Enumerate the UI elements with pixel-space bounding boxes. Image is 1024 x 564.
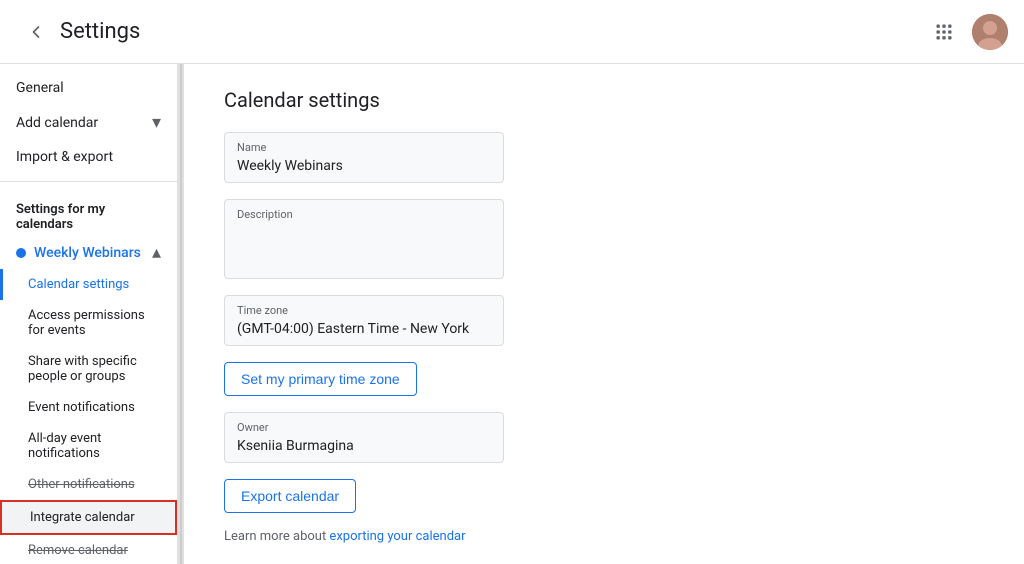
sidebar-divider: [0, 181, 177, 182]
back-button[interactable]: [16, 12, 56, 52]
exporting-calendar-link[interactable]: exporting your calendar: [329, 529, 465, 544]
sidebar-weekly-webinars-label: Weekly Webinars: [34, 245, 152, 261]
export-calendar-button[interactable]: Export calendar: [224, 479, 356, 513]
scrollbar-divider: [178, 64, 184, 564]
page-title: Settings: [60, 19, 924, 44]
name-value: Weekly Webinars: [237, 158, 491, 174]
description-label: Description: [237, 208, 491, 221]
sidebar: General Add calendar ▾ Import & export S…: [0, 64, 178, 564]
description-field-box: Description: [224, 199, 504, 279]
sidebar-section-my-calendars: Settings for my calendars: [0, 190, 177, 236]
set-timezone-button[interactable]: Set my primary time zone: [224, 362, 417, 396]
sidebar-item-weekly-webinars[interactable]: Weekly Webinars ▴: [0, 236, 177, 269]
topbar: Settings: [0, 0, 1024, 64]
sidebar-sub-item-remove-calendar[interactable]: Remove calendar: [0, 535, 177, 564]
main-content: Calendar settings Name Weekly Webinars D…: [184, 64, 1024, 564]
owner-field-box: Owner Kseniia Burmagina: [224, 412, 504, 463]
topbar-right: [924, 12, 1008, 52]
owner-label: Owner: [237, 421, 491, 434]
timezone-field-box: Time zone (GMT-04:00) Eastern Time - New…: [224, 295, 504, 346]
sidebar-item-general[interactable]: General: [0, 72, 177, 104]
timezone-value: (GMT-04:00) Eastern Time - New York: [237, 321, 491, 337]
learn-more-text: Learn more about exporting your calendar: [224, 529, 984, 544]
collapse-icon: ▴: [152, 242, 161, 263]
timezone-label: Time zone: [237, 304, 491, 317]
user-avatar[interactable]: [972, 14, 1008, 50]
sidebar-item-add-calendar[interactable]: Add calendar ▾: [0, 104, 177, 141]
sidebar-sub-item-other-notifications[interactable]: Other notifications: [0, 469, 177, 500]
scrollbar-track: [180, 64, 182, 564]
sidebar-sub-item-all-day[interactable]: All-day event notifications: [0, 423, 177, 469]
name-label: Name: [237, 141, 491, 154]
sidebar-sub-item-calendar-settings[interactable]: Calendar settings: [0, 269, 177, 300]
owner-value: Kseniia Burmagina: [237, 438, 491, 454]
apps-button[interactable]: [924, 12, 964, 52]
name-field-box: Name Weekly Webinars: [224, 132, 504, 183]
calendar-color-dot: [16, 248, 26, 258]
calendar-settings-title: Calendar settings: [224, 88, 984, 112]
sidebar-sub-item-access-permissions[interactable]: Access permissions for events: [0, 300, 177, 346]
sidebar-sub-item-integrate-calendar[interactable]: Integrate calendar: [0, 500, 177, 535]
body: General Add calendar ▾ Import & export S…: [0, 64, 1024, 564]
sidebar-sub-item-share[interactable]: Share with specific people or groups: [0, 346, 177, 392]
chevron-down-icon: ▾: [152, 112, 161, 133]
sidebar-item-import-export[interactable]: Import & export: [0, 141, 177, 173]
sidebar-sub-item-event-notifications[interactable]: Event notifications: [0, 392, 177, 423]
